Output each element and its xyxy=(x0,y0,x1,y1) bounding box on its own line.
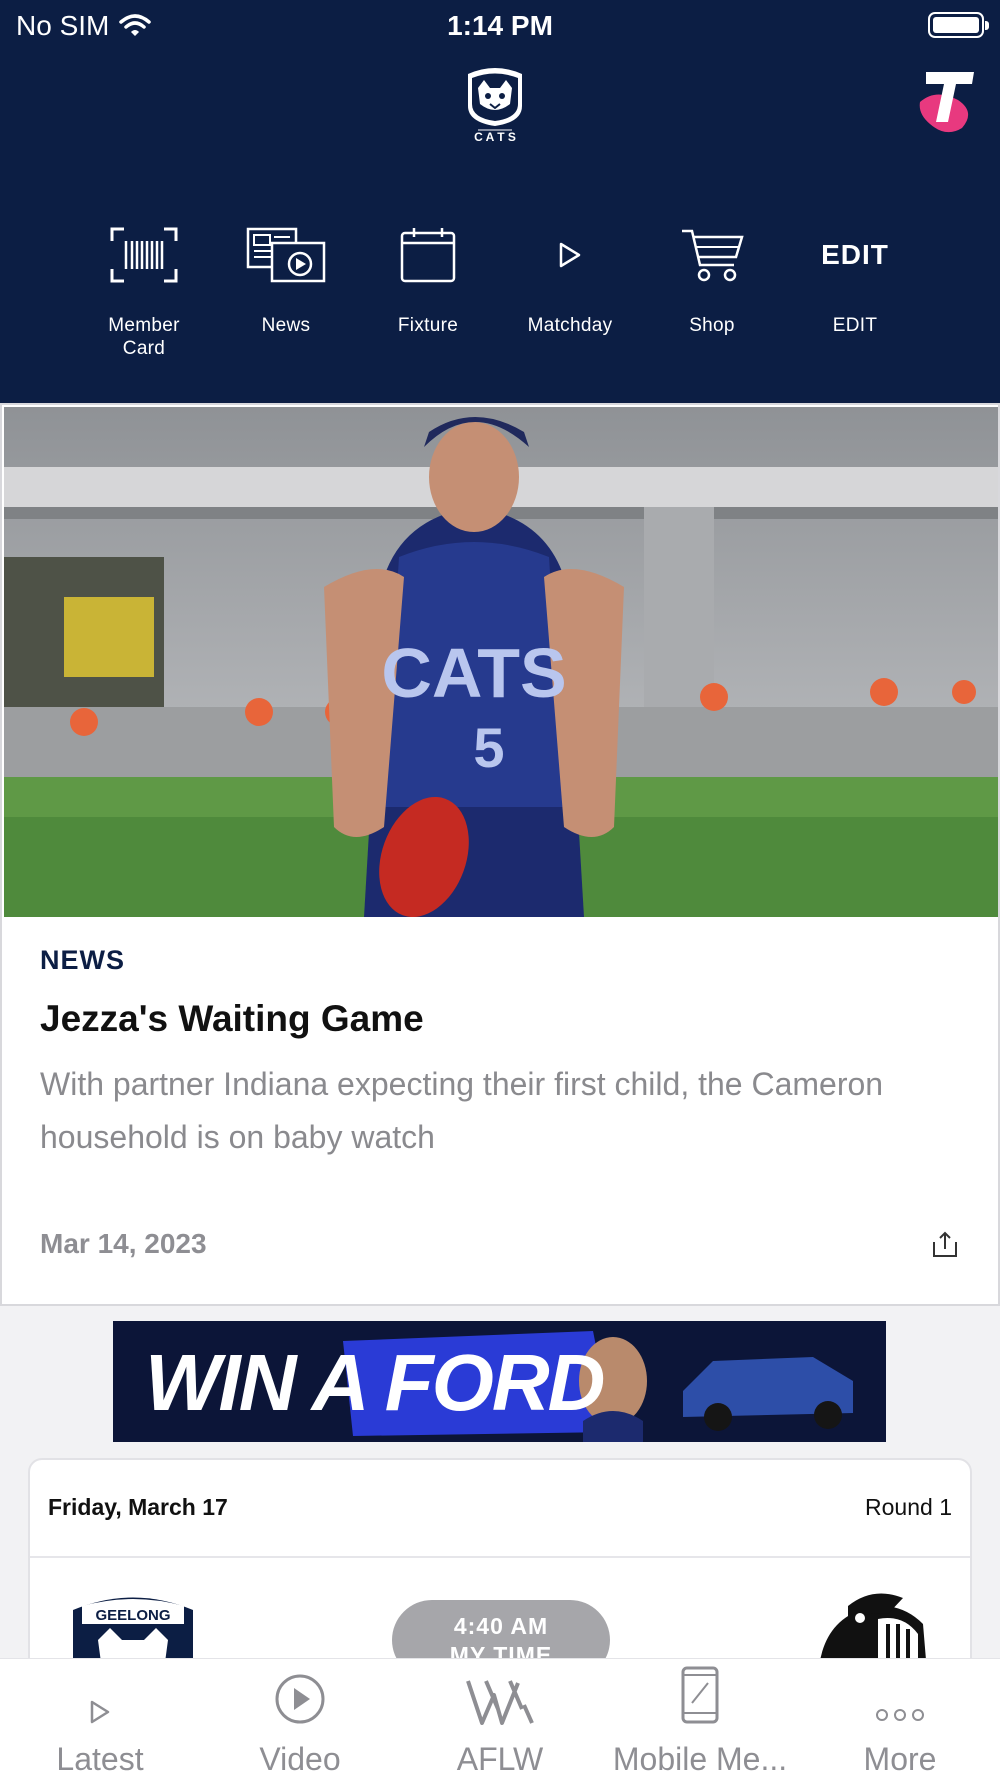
fixture-round: Round 1 xyxy=(865,1494,952,1520)
article-headline[interactable]: Jezza's Waiting Game xyxy=(40,998,960,1040)
quick-nav-news[interactable]: News xyxy=(215,220,357,337)
share-icon[interactable] xyxy=(928,1228,962,1262)
status-time: 1:14 PM xyxy=(447,10,553,41)
edit-glyph: EDIT xyxy=(821,239,889,270)
promo-banner[interactable]: WIN A FORD xyxy=(113,1321,886,1442)
quick-nav-label: EDIT xyxy=(832,315,878,336)
feature-body: NEWS Jezza's Waiting Game With partner I… xyxy=(40,945,960,1164)
player-photo: CATS 5 xyxy=(4,407,998,917)
fixture-time: 4:40 AM xyxy=(453,1613,549,1639)
status-bar: No SIM 1:14 PM xyxy=(0,0,1000,50)
fixture-date: Friday, March 17 xyxy=(48,1494,228,1520)
article-summary: With partner Indiana expecting their fir… xyxy=(40,1066,884,1155)
tab-label: Video xyxy=(259,1741,341,1777)
app-screen: No SIM 1:14 PM C A T S Member Card News … xyxy=(0,0,1000,1778)
quick-nav-matchday[interactable]: Matchday xyxy=(499,220,641,337)
calendar-icon xyxy=(400,228,456,283)
quick-nav: Member Card News Fixture Matchday Shop E… xyxy=(0,220,1000,380)
telstra-logo xyxy=(919,72,974,133)
video-icon xyxy=(275,1674,325,1724)
quick-nav-edit[interactable]: EDIT EDIT xyxy=(784,220,926,337)
quick-nav-label: Shop xyxy=(689,315,735,336)
tab-label: Latest xyxy=(56,1741,144,1777)
featured-news-card[interactable]: CATS 5 NEWS Jezza's Waiting Game With pa… xyxy=(0,403,1000,1306)
fixture-header: Friday, March 17 Round 1 xyxy=(30,1460,970,1558)
bottom-tab-bar: Latest Video AFLW Mobile Me... More xyxy=(0,1658,1000,1778)
svg-text:5: 5 xyxy=(473,716,504,779)
tab-video[interactable]: Video xyxy=(200,1659,400,1778)
play-icon xyxy=(559,242,581,268)
tab-label: More xyxy=(863,1741,937,1777)
quick-nav-shop[interactable]: Shop xyxy=(641,220,783,337)
tab-latest[interactable]: Latest xyxy=(0,1659,200,1778)
tab-label: AFLW xyxy=(456,1741,544,1777)
svg-text:GEELONG: GEELONG xyxy=(95,1607,170,1624)
quick-nav-label: Fixture xyxy=(397,315,459,336)
svg-text:C A T S: C A T S xyxy=(474,130,516,144)
quick-nav-fixture[interactable]: Fixture xyxy=(357,220,499,337)
battery-icon xyxy=(928,12,989,38)
tab-aflw[interactable]: AFLW xyxy=(400,1659,600,1778)
article-category: NEWS xyxy=(40,945,125,975)
app-header: No SIM 1:14 PM C A T S Member Card News … xyxy=(0,0,1000,403)
news-icon xyxy=(246,227,326,283)
quick-nav-label: Member Card xyxy=(108,315,180,359)
tab-label: Mobile Me... xyxy=(612,1741,788,1777)
banner-text: WIN A FORD xyxy=(145,1338,605,1427)
quick-nav-label: News xyxy=(261,315,311,336)
article-date: Mar 14, 2023 xyxy=(40,1228,207,1259)
mobile-icon xyxy=(681,1666,719,1724)
barcode-icon xyxy=(110,227,178,283)
quick-nav-label: Matchday xyxy=(527,315,613,336)
geelong-cats-logo: C A T S xyxy=(468,68,522,144)
tab-mobile-membership[interactable]: Mobile Me... xyxy=(600,1659,800,1778)
cart-icon xyxy=(682,229,744,282)
tab-more[interactable]: More xyxy=(800,1659,1000,1778)
quick-nav-member-card[interactable]: Member Card xyxy=(73,220,215,360)
aflw-icon xyxy=(466,1680,534,1725)
more-icon xyxy=(876,1709,924,1721)
play-icon xyxy=(90,1700,110,1724)
svg-text:CATS: CATS xyxy=(381,634,566,712)
